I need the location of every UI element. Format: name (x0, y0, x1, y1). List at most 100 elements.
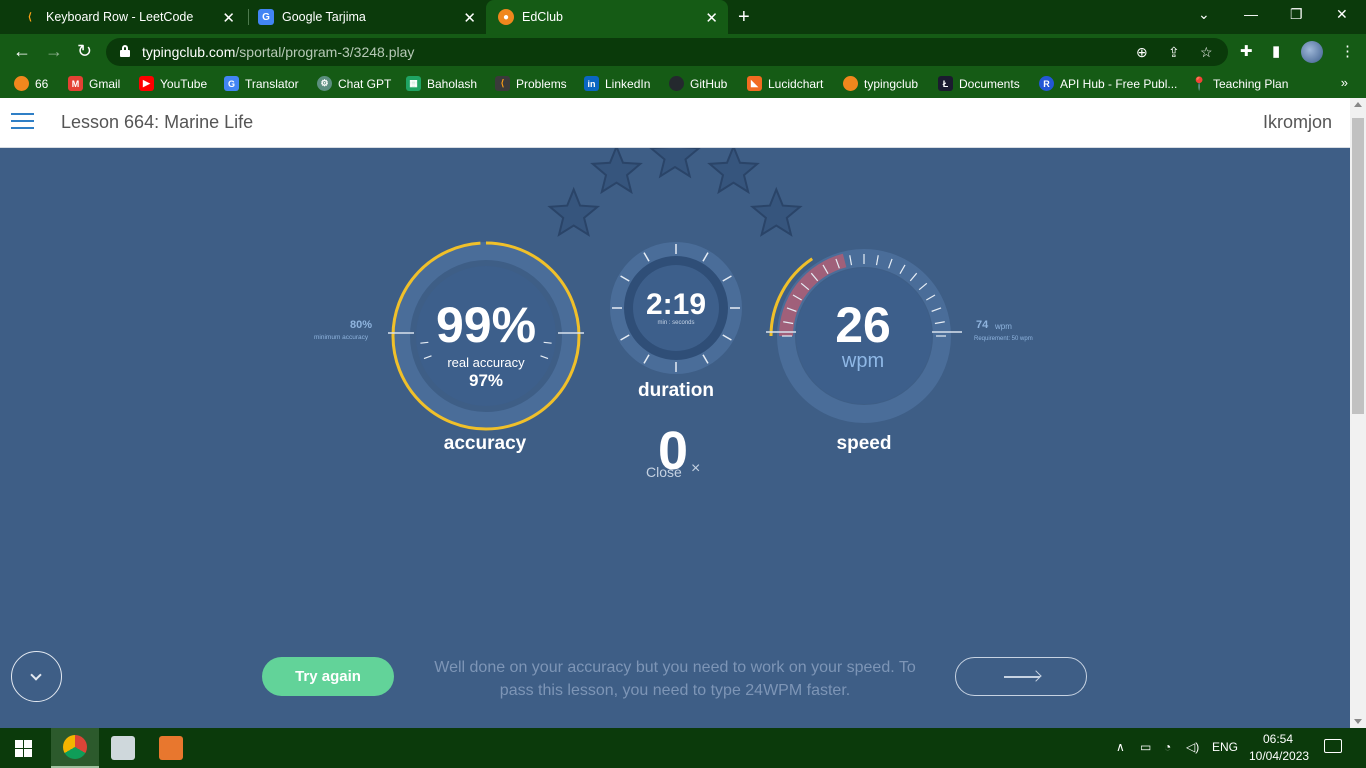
clock-date[interactable]: 10/04/2023 (1249, 749, 1309, 763)
reload-icon[interactable]: ↻ (77, 41, 92, 62)
bookmark-item[interactable]: in LinkedIn (584, 76, 650, 91)
notifications-icon[interactable] (1324, 739, 1342, 753)
tab-search-icon[interactable]: ⌄ (1198, 6, 1210, 23)
pushpin-icon: 📍 (1191, 75, 1208, 91)
next-lesson-button[interactable] (955, 657, 1087, 696)
speed-unit: wpm (841, 350, 885, 372)
arrow-right-icon (1004, 676, 1040, 678)
typingclub-icon (14, 76, 29, 91)
close-tab-icon[interactable]: ✕ (463, 9, 476, 27)
back-icon[interactable]: ← (13, 41, 31, 62)
bookmark-label: Baholash (427, 76, 478, 91)
bookmark-label: Problems (516, 76, 567, 91)
minimize-icon[interactable]: — (1244, 6, 1258, 22)
forward-icon[interactable]: → (45, 41, 63, 62)
new-tab-icon[interactable]: + (738, 6, 750, 29)
share-icon[interactable]: ⇪ (1168, 44, 1180, 61)
close-link[interactable]: Close (646, 464, 682, 480)
duration-value: 2:19 (645, 288, 707, 321)
try-again-button[interactable]: Try again (262, 657, 394, 696)
tray-expand-icon[interactable]: ∧ (1116, 740, 1125, 754)
close-tab-icon[interactable]: ✕ (705, 9, 718, 27)
extensions-icon[interactable]: ✚ (1240, 42, 1253, 60)
bookmark-item[interactable]: ▶ YouTube (139, 76, 207, 91)
page-header: Lesson 664: Marine Life Ikromjon (0, 98, 1350, 148)
bookmark-item[interactable]: ◣ Lucidchart (747, 76, 823, 91)
scroll-down-button[interactable] (11, 651, 62, 702)
bookmark-label: LinkedIn (605, 76, 651, 91)
page-title: Lesson 664: Marine Life (61, 112, 254, 132)
bookmark-item[interactable]: ⟨ Problems (495, 76, 567, 91)
media-player-icon (159, 736, 183, 760)
bookmark-label: Chat GPT (338, 76, 392, 91)
windows-start-icon[interactable] (15, 740, 32, 757)
duration-unit: min : seconds (657, 320, 695, 326)
clock-time[interactable]: 06:54 (1263, 732, 1293, 746)
bookmark-item[interactable]: R API Hub - Free Publ... (1039, 76, 1177, 91)
close-tab-icon[interactable]: ✕ (222, 9, 235, 27)
star-icon (590, 148, 643, 195)
required-speed-unit: wpm (995, 322, 1012, 331)
restore-icon[interactable]: ❐ (1290, 6, 1303, 23)
star-icon (707, 148, 760, 195)
leetcode-icon: ⟨ (28, 11, 32, 23)
tab-title: Keyboard Row - LeetCode (46, 10, 194, 24)
results-panel: 99% real accuracy 97% accuracy 80% minim… (0, 148, 1350, 728)
taskbar-photos[interactable] (99, 728, 147, 768)
bookmark-label: Documents (959, 76, 1020, 91)
more-bookmarks-icon[interactable]: » (1341, 75, 1348, 90)
taskbar-media-player[interactable] (147, 728, 195, 768)
wifi-icon[interactable]: ◔ (1164, 740, 1171, 754)
side-panel-icon[interactable]: ▮ (1272, 42, 1280, 60)
zoom-icon[interactable]: ⊕ (1136, 44, 1148, 61)
taskbar-chrome[interactable] (51, 728, 99, 768)
scroll-up-icon[interactable] (1354, 102, 1362, 107)
chatgpt-icon: ⚙ (317, 76, 332, 91)
bookmark-label: Translator (245, 76, 299, 91)
bookmark-item[interactable]: ⚙ Chat GPT (317, 76, 391, 91)
language-indicator[interactable]: ENG (1212, 740, 1238, 754)
bookmark-item[interactable]: typingclub (843, 76, 918, 91)
tab-title: Google Tarjima (282, 10, 366, 24)
bookmark-item[interactable]: 📍 Teaching Plan (1191, 75, 1288, 91)
bookmark-item[interactable]: G Translator (224, 76, 299, 91)
battery-icon[interactable]: ▭ (1140, 740, 1151, 754)
minimum-accuracy-label: minimum accuracy (314, 334, 369, 341)
chrome-icon (63, 735, 87, 759)
bookmark-item[interactable]: GitHub (669, 76, 727, 91)
bookmark-star-icon[interactable]: ☆ (1200, 44, 1213, 61)
bookmark-label: API Hub - Free Publ... (1060, 76, 1178, 91)
close-icon[interactable]: × (691, 460, 700, 478)
bookmark-item[interactable]: 66 (14, 76, 48, 91)
speed-label: speed (836, 433, 892, 454)
windows-taskbar: ∧ ▭ ◔ ◁) ENG 06:54 10/04/2023 (0, 728, 1366, 768)
tab-edclub[interactable]: ● EdClub ✕ (486, 0, 728, 34)
edclub-icon: ● (498, 9, 514, 25)
tab-google-translate[interactable]: G Google Tarjima ✕ (236, 0, 486, 34)
address-bar-row: ← → ↻ typingclub.com/sportal/program-3/3… (0, 34, 1366, 70)
volume-icon[interactable]: ◁) (1186, 740, 1199, 754)
page-scrollbar[interactable] (1350, 98, 1366, 728)
bookmark-item[interactable]: ▦ Baholash (406, 76, 477, 91)
lock-icon[interactable] (120, 45, 130, 57)
scroll-down-icon[interactable] (1354, 719, 1362, 724)
hamburger-menu-icon[interactable] (11, 113, 34, 130)
bookmark-item[interactable]: M Gmail (68, 76, 120, 91)
tab-title: EdClub (522, 10, 563, 24)
url-bar[interactable]: typingclub.com/sportal/program-3/3248.pl… (106, 38, 1228, 66)
github-icon (669, 76, 684, 91)
real-accuracy-value: 97% (468, 371, 504, 390)
window-close-icon[interactable]: ✕ (1336, 6, 1348, 23)
profile-avatar[interactable] (1301, 41, 1323, 63)
lucidchart-icon: ◣ (747, 76, 762, 91)
scroll-thumb[interactable] (1352, 118, 1364, 414)
documents-icon: Ł (938, 76, 953, 91)
bookmark-label: YouTube (160, 76, 208, 91)
menu-kebab-icon[interactable]: ⋮ (1340, 42, 1355, 60)
leetcode-icon: ⟨ (495, 76, 510, 91)
bookmark-item[interactable]: Ł Documents (938, 76, 1020, 91)
tab-leetcode[interactable]: ⟨ Keyboard Row - LeetCode ✕ (0, 0, 245, 34)
feedback-message: Well done on your accuracy but you need … (434, 659, 916, 699)
username[interactable]: Ikromjon (1263, 112, 1332, 133)
star-icon (547, 186, 601, 237)
